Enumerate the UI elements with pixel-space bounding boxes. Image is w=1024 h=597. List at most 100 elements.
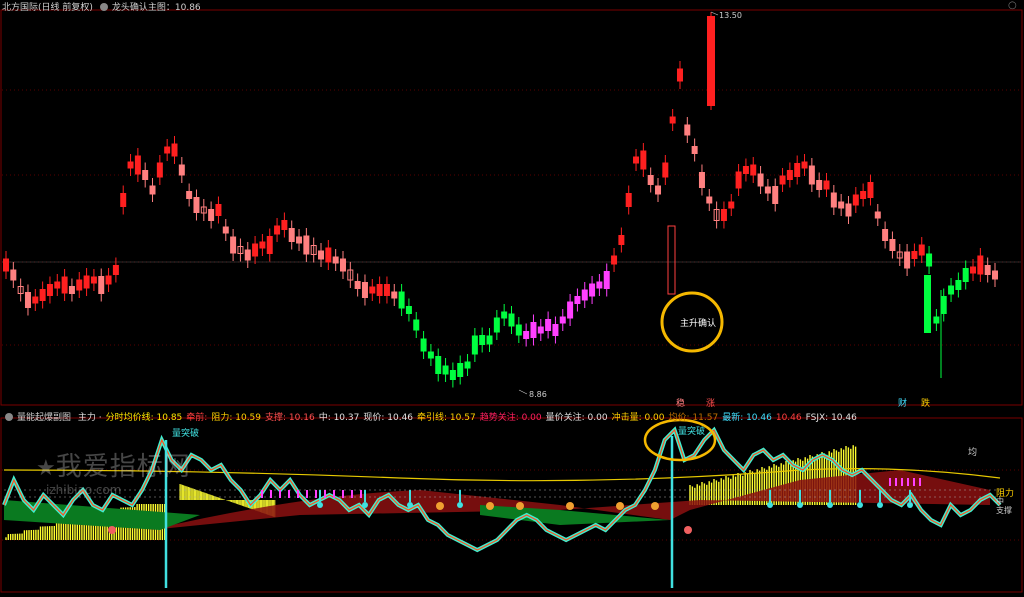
candle-body xyxy=(457,363,464,377)
candle-body xyxy=(786,170,793,180)
candle-body xyxy=(501,311,508,319)
candle-body xyxy=(940,296,947,314)
candle-body xyxy=(764,186,771,194)
candle-body xyxy=(222,226,229,234)
candle-body xyxy=(655,185,662,195)
candle-body xyxy=(676,68,683,82)
candle-body xyxy=(962,268,969,282)
breakout-label: 量突破 xyxy=(678,425,705,437)
candle-body xyxy=(889,239,896,251)
candle-body xyxy=(904,251,911,269)
candle-body xyxy=(127,161,134,169)
candle-body xyxy=(772,186,779,204)
signal-dot xyxy=(907,502,913,508)
chart-stage[interactable]: 13.50 8.86 稳涨财跌量突破 量突破均阻力中支撑 北方国际(日线 前复权) 龙头… xyxy=(0,0,1024,593)
candle-body xyxy=(486,335,493,345)
candle-body xyxy=(603,271,610,289)
signal-tag: 稳 xyxy=(676,397,685,409)
signal-dot xyxy=(857,502,863,508)
candle-body xyxy=(596,281,603,289)
candle-body xyxy=(471,335,478,355)
candle-body xyxy=(530,322,537,338)
candle-body xyxy=(54,281,61,289)
candle-body xyxy=(794,163,801,177)
candle-body xyxy=(984,265,991,275)
low-pointer xyxy=(518,389,528,395)
candle-body xyxy=(383,284,390,296)
candle-body xyxy=(537,326,544,334)
candle-body xyxy=(515,324,522,336)
candle-body xyxy=(464,361,471,369)
candle-body xyxy=(376,284,383,296)
candle-body xyxy=(142,170,149,180)
candle-body xyxy=(808,165,815,185)
signal-marker xyxy=(516,502,524,510)
candle-body xyxy=(259,241,266,249)
candle-body xyxy=(193,197,200,213)
sub-settings-icon[interactable] xyxy=(5,413,13,421)
candle-body xyxy=(288,228,295,242)
candle-body xyxy=(318,250,325,260)
candle-body xyxy=(427,351,434,359)
sub-header-item: 均价: 11.57 xyxy=(668,413,719,423)
signal-tag: 财 xyxy=(898,397,907,409)
close-icon[interactable]: ○ xyxy=(1008,1,1018,11)
candle-body xyxy=(640,150,647,170)
candle-body xyxy=(32,296,39,304)
candle-body xyxy=(413,319,420,331)
candle-body xyxy=(662,162,669,178)
candle-body xyxy=(698,172,705,188)
watermark-text: 我爱指标网 xyxy=(55,452,191,482)
candle-body xyxy=(589,283,596,297)
sub-header: 量能起爆副图 主力 · 分时均价线: 10.85 牵前: 阻力: 10.59 支撑: 1… xyxy=(2,410,861,423)
candle-body xyxy=(735,171,742,189)
candle-body xyxy=(171,143,178,157)
candle-body xyxy=(112,265,119,275)
candle-body xyxy=(361,282,368,298)
candle-body xyxy=(574,296,581,304)
candle-body xyxy=(134,155,141,175)
candle-body xyxy=(852,194,859,206)
candle-body xyxy=(706,196,713,204)
signal-marker xyxy=(436,502,444,510)
signal-dot xyxy=(797,502,803,508)
candle-body xyxy=(948,285,955,295)
candle-body xyxy=(90,276,97,284)
candle-body xyxy=(545,319,552,331)
main-header: 北方国际(日线 前复权) 龙头确认主图：10.86 xyxy=(2,0,205,13)
sub-header-item: 牵引线: 10.57 xyxy=(417,413,476,423)
support-label: 支撑 xyxy=(996,505,1012,515)
annotation-text: 主升确认 xyxy=(680,319,717,329)
mid-label: 中 xyxy=(996,496,1004,506)
candle-body xyxy=(955,280,962,290)
candle-body xyxy=(625,193,632,207)
watermark-url: izhibiao.com xyxy=(46,483,122,497)
candle-body xyxy=(274,225,281,235)
candle-body xyxy=(46,284,53,296)
signal-dot xyxy=(877,502,883,508)
candle-body xyxy=(24,292,31,308)
avg-label: 均 xyxy=(968,446,977,458)
chart-canvas[interactable]: 13.508.86稳涨财跌量突破 量突破均阻力中支撑 xyxy=(0,0,1024,593)
candle-body xyxy=(420,338,427,352)
sub-header-item: 分时均价线: 10.85 xyxy=(105,413,183,423)
candle-body xyxy=(244,249,251,261)
signal-tag: 涨 xyxy=(706,398,715,409)
low-price-label: 8.86 xyxy=(529,390,547,399)
candle-body xyxy=(838,201,845,209)
candle-body xyxy=(398,291,405,309)
candle-body xyxy=(523,331,530,339)
candle-body xyxy=(918,244,925,256)
candle-body xyxy=(684,124,691,136)
sub-header-item: 冲击量: 0.00 xyxy=(611,413,665,423)
watermark: ★我爱指标网 izhibiao.com xyxy=(36,446,191,497)
sub-header-item: 主力 · xyxy=(77,413,102,423)
candle-body xyxy=(61,276,68,294)
settings-icon[interactable] xyxy=(99,3,108,11)
sub-header-item: 现价: 10.46 xyxy=(363,413,414,423)
candle-body xyxy=(830,192,837,208)
candle-body xyxy=(924,275,931,333)
candle-body xyxy=(339,258,346,272)
candle-body xyxy=(208,209,215,221)
candle-body xyxy=(405,306,412,314)
